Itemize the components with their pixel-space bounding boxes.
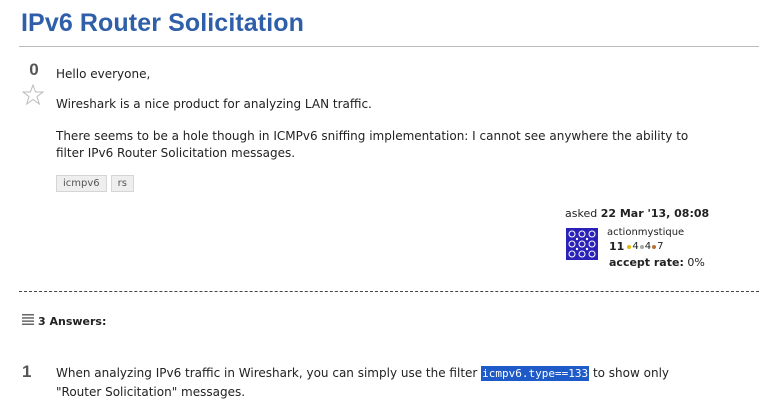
answer-text: When analyzing IPv6 traffic in Wireshark… xyxy=(56,364,696,402)
asked-label: asked xyxy=(565,207,598,220)
accept-rate: accept rate: 0% xyxy=(609,256,705,269)
favorite-star-icon[interactable] xyxy=(21,83,45,106)
answers-count: 3 Answers: xyxy=(38,314,107,328)
title-divider xyxy=(19,46,759,47)
gold-badge-count: 4 xyxy=(632,241,639,252)
silver-badge-count: 4 xyxy=(644,241,652,252)
reputation-score: 11 xyxy=(609,240,625,253)
filter-code: icmpv6.type==133 xyxy=(481,366,590,381)
gold-badge-icon xyxy=(627,244,632,249)
bronze-badge-count: 7 xyxy=(657,241,664,252)
section-divider xyxy=(19,291,759,292)
asked-info: asked 22 Mar '13, 08:08 xyxy=(565,207,709,220)
list-icon xyxy=(22,314,34,328)
question-vote-count: 0 xyxy=(29,60,39,79)
reputation-badges: 11 4 4 7 xyxy=(609,240,663,253)
silver-badge-icon xyxy=(639,244,644,249)
tag-icmpv6[interactable]: icmpv6 xyxy=(56,175,107,192)
avatar[interactable] xyxy=(566,228,598,260)
tag-rs[interactable]: rs xyxy=(110,175,134,192)
question-paragraph: Hello everyone, xyxy=(56,67,151,81)
accept-rate-value: 0% xyxy=(687,256,705,269)
bronze-badge-icon xyxy=(652,244,657,249)
answer-vote-count: 1 xyxy=(22,362,32,381)
page-title[interactable]: IPv6 Router Solicitation xyxy=(21,9,304,38)
answers-header: 3 Answers: xyxy=(22,314,106,328)
asked-date: 22 Mar '13, 08:08 xyxy=(600,207,710,220)
question-paragraph: Wireshark is a nice product for analyzin… xyxy=(56,97,372,111)
tag-list: icmpv6 rs xyxy=(56,175,134,192)
username-link[interactable]: actionmystique xyxy=(607,227,684,238)
question-paragraph: There seems to be a hole though in ICMPv… xyxy=(56,129,689,160)
accept-rate-label: accept rate: xyxy=(609,256,684,269)
answer-text-before: When analyzing IPv6 traffic in Wireshark… xyxy=(56,366,482,380)
